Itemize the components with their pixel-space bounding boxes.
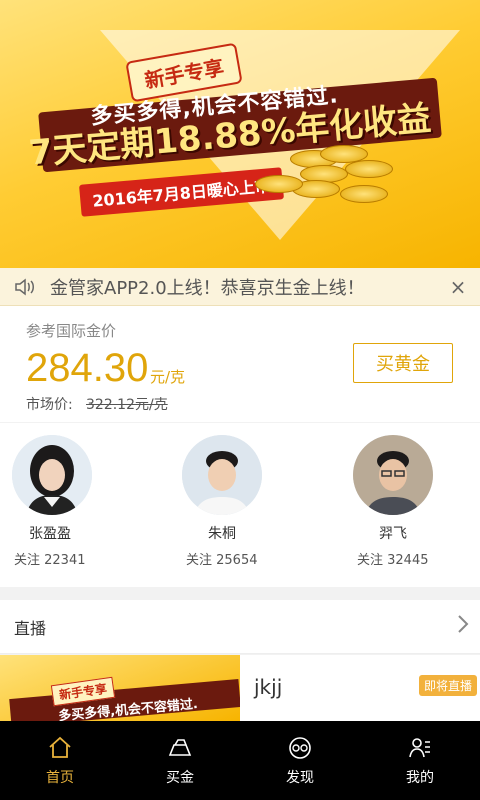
nav-label: 发现 xyxy=(286,769,314,786)
notice-bar: 金管家APP2.0上线！恭喜京生金上线！ × xyxy=(0,268,480,306)
nav-label: 首页 xyxy=(46,769,74,786)
nav-item-profile[interactable]: 我的 xyxy=(360,721,480,800)
market-price-label: 市场价: xyxy=(26,397,73,413)
live-thumbnail: 新手专享 多买多得,机会不容错过. xyxy=(0,655,240,721)
avatar xyxy=(182,435,262,515)
nav-label: 买金 xyxy=(166,769,194,786)
gold-bar-icon xyxy=(168,738,192,756)
promo-banner[interactable]: 新手专享 多买多得,机会不容错过. 7天定期18.88%年化收益 2016年7月… xyxy=(0,0,480,268)
live-list-item[interactable]: 新手专享 多买多得,机会不容错过. jkjj 即将直播 xyxy=(0,655,480,721)
price-label: 参考国际金价 xyxy=(26,322,117,340)
price-unit: 元/克 xyxy=(150,368,186,386)
gold-price-card: 参考国际金价 284.30 元/克 市场价: 322.12元/克 买黄金 xyxy=(0,306,480,422)
analyst-name: 朱桐 xyxy=(208,526,236,542)
buy-gold-button[interactable]: 买黄金 xyxy=(353,343,453,383)
coin-icon xyxy=(345,160,393,178)
status-badge: 即将直播 xyxy=(419,675,478,696)
coin-icon xyxy=(255,175,303,193)
live-section-header[interactable]: 直播 xyxy=(0,600,480,654)
live-section-title: 直播 xyxy=(14,618,47,638)
avatar xyxy=(12,435,92,515)
analyst-card[interactable]: 羿飞 关注 32445 xyxy=(320,423,480,587)
price-value: 284.30 xyxy=(26,346,149,390)
avatar xyxy=(353,435,433,515)
analyst-follow-count: 关注 32445 xyxy=(357,553,429,568)
nav-item-home[interactable]: 首页 xyxy=(0,721,120,800)
analyst-card[interactable]: 朱桐 关注 25654 xyxy=(160,423,320,587)
analyst-follow-count: 关注 25654 xyxy=(186,553,258,568)
nav-item-buy-gold[interactable]: 买金 xyxy=(120,721,240,800)
notice-text: 金管家APP2.0上线！恭喜京生金上线！ xyxy=(50,277,365,299)
bottom-nav: 首页 买金 发现 我的 xyxy=(0,721,480,800)
discover-icon xyxy=(289,736,311,759)
home-icon xyxy=(49,736,71,758)
analyst-follow-count: 关注 22341 xyxy=(14,553,86,568)
analyst-card[interactable]: 张盈盈 关注 22341 xyxy=(0,423,160,587)
profile-icon xyxy=(409,737,430,757)
analyst-name: 张盈盈 xyxy=(29,526,71,542)
speaker-icon xyxy=(0,268,50,306)
chevron-right-icon xyxy=(446,614,480,640)
coin-icon xyxy=(340,185,388,203)
analyst-name: 羿飞 xyxy=(379,526,407,542)
market-price-value: 322.12元/克 xyxy=(86,397,168,413)
analyst-list: 张盈盈 关注 22341 朱桐 关注 25654 羿飞 关注 32445 xyxy=(0,423,480,587)
live-item-title: jkjj xyxy=(254,675,283,699)
close-icon[interactable]: × xyxy=(436,268,480,306)
nav-item-discover[interactable]: 发现 xyxy=(240,721,360,800)
nav-label: 我的 xyxy=(406,769,434,786)
